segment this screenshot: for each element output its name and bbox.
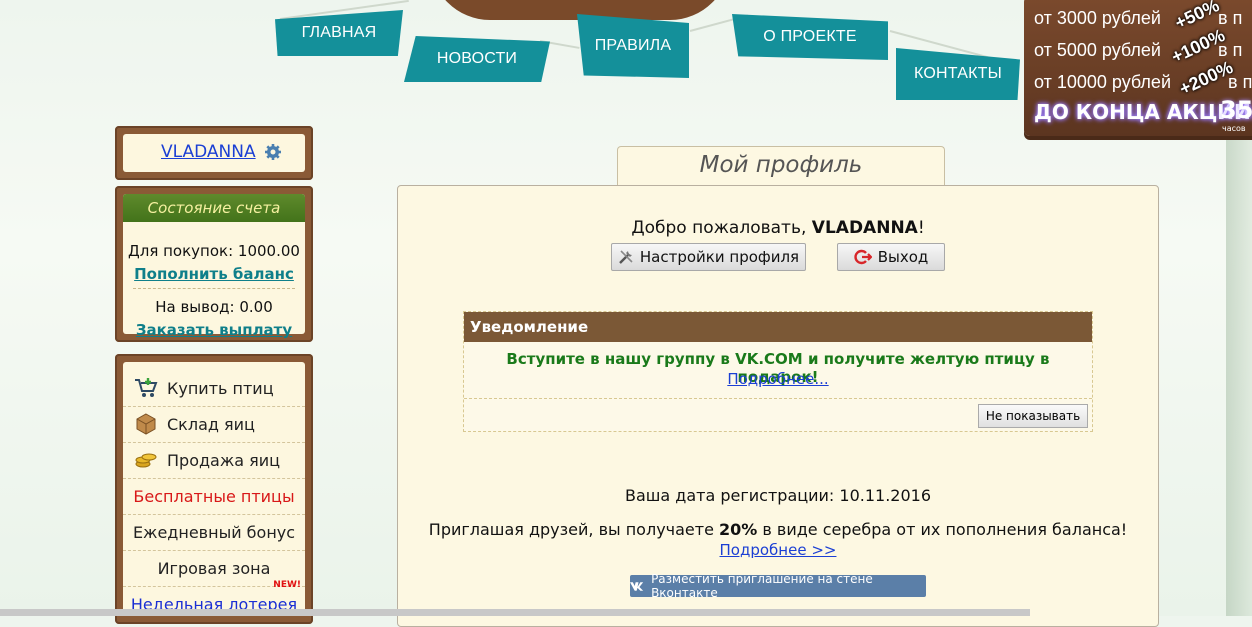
- button-label: Разместить приглашение на стене Вконтакт…: [651, 572, 873, 600]
- notification-more-link: Подробнее...: [464, 370, 1092, 388]
- menu-label: Купить птиц: [167, 378, 274, 398]
- button-label: Настройки профиля: [639, 248, 800, 266]
- payout-link[interactable]: Заказать выплату: [123, 321, 305, 339]
- menu-egg-sales[interactable]: Продажа яиц: [123, 442, 305, 479]
- page-title: Мой профиль: [617, 146, 945, 185]
- menu-label: Склад яиц: [167, 414, 255, 434]
- menu-daily-bonus[interactable]: Ежедневный бонус: [123, 514, 305, 551]
- vk-invite-button[interactable]: Разместить приглашение на стене Вконтакт…: [630, 572, 926, 600]
- dont-show-button[interactable]: Не показывать: [978, 404, 1088, 428]
- nav-contacts[interactable]: КОНТАКТЫ: [896, 48, 1020, 100]
- welcome-message: Добро пожаловать, VLADANNA!: [631, 218, 925, 238]
- logout-icon: [854, 249, 872, 265]
- invite-more-link[interactable]: Подробнее >>: [720, 541, 837, 559]
- divider: [464, 398, 1092, 399]
- new-badge: NEW!: [273, 580, 301, 590]
- promo-timer: 35: [1220, 96, 1252, 124]
- gear-icon[interactable]: [265, 144, 281, 160]
- invite-text: Приглашая друзей, вы получаете 20% в вид…: [428, 520, 1128, 539]
- withdraw-balance: На вывод: 0.00: [155, 298, 273, 316]
- menu-buy-birds[interactable]: Купить птиц: [123, 370, 305, 407]
- tree-trunk: [1226, 140, 1252, 616]
- account-title: Состояние счета: [123, 194, 305, 222]
- button-label: Выход: [877, 248, 929, 266]
- account-panel: Состояние счета Для покупок: 1000.00 Поп…: [115, 186, 313, 342]
- divider: [133, 288, 295, 289]
- notification-header: Уведомление: [464, 312, 1092, 342]
- profile-panel: Добро пожаловать, VLADANNA! Настройки пр…: [397, 185, 1159, 627]
- username-link[interactable]: VLADANNA: [161, 142, 256, 162]
- registration-date: Ваша дата регистрации: 10.11.2016: [624, 486, 932, 505]
- promo-panel[interactable]: от 3000 рублей в п от 5000 рублей в п от…: [1024, 0, 1252, 136]
- user-panel: VLADANNA: [115, 126, 313, 180]
- menu-egg-storage[interactable]: Склад яиц: [123, 406, 305, 443]
- more-link[interactable]: Подробнее...: [727, 370, 828, 388]
- menu-label: Продажа яиц: [167, 450, 281, 470]
- nav-about[interactable]: О ПРОЕКТЕ: [732, 14, 888, 60]
- cart-icon: [133, 375, 159, 401]
- horizontal-scrollbar[interactable]: [0, 609, 1030, 616]
- box-icon: [133, 411, 159, 437]
- notification-box: Уведомление Вступите в нашу группу в VK.…: [463, 311, 1093, 432]
- nav-news[interactable]: НОВОСТИ: [404, 36, 550, 82]
- profile-settings-button[interactable]: Настройки профиля: [611, 243, 806, 271]
- topup-link[interactable]: Пополнить баланс: [123, 265, 305, 283]
- tools-icon: [619, 250, 633, 264]
- purchase-balance: Для покупок: 1000.00: [128, 242, 300, 260]
- vk-icon: [630, 582, 644, 591]
- nav-rules[interactable]: ПРАВИЛА: [577, 14, 689, 78]
- menu-free-birds[interactable]: Бесплатные птицы: [123, 478, 305, 515]
- coins-icon: [133, 447, 159, 473]
- menu-weekly-lottery[interactable]: Недельная лотерея NEW!: [123, 580, 305, 622]
- menu-panel: Купить птиц Склад яиц Продажа яиц Беспла…: [115, 354, 313, 624]
- invite-more-wrap: Подробнее >>: [398, 541, 1158, 559]
- logout-button[interactable]: Выход: [837, 243, 945, 271]
- promo-timer-unit: часов: [1222, 124, 1246, 133]
